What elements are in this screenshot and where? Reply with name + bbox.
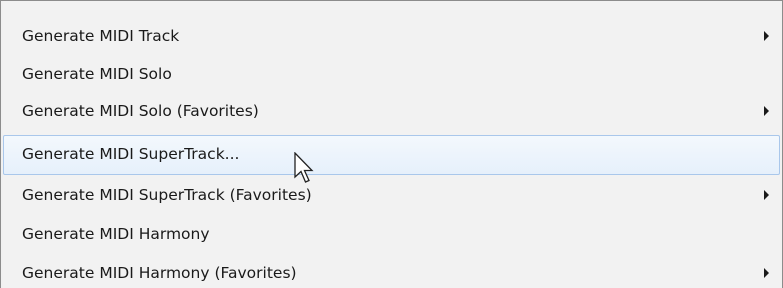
menu-item-generate-midi-supertrack-favorites[interactable]: Generate MIDI SuperTrack (Favorites) xyxy=(3,176,780,214)
context-menu: Generate MIDI Track Generate MIDI Solo G… xyxy=(0,0,783,288)
menu-item-label: Generate MIDI Solo (Favorites) xyxy=(22,102,259,120)
chevron-right-icon xyxy=(764,268,769,278)
menu-item-generate-midi-solo-favorites[interactable]: Generate MIDI Solo (Favorites) xyxy=(3,92,780,130)
menu-item-generate-midi-solo[interactable]: Generate MIDI Solo xyxy=(3,55,780,93)
context-menu-body: Generate MIDI Track Generate MIDI Solo G… xyxy=(3,1,780,288)
chevron-right-icon xyxy=(764,190,769,200)
menu-item-generate-midi-supertrack[interactable]: Generate MIDI SuperTrack... xyxy=(3,135,780,175)
menu-item-label: Generate MIDI Harmony xyxy=(22,225,210,243)
chevron-right-icon xyxy=(764,106,769,116)
menu-item-generate-midi-track[interactable]: Generate MIDI Track xyxy=(3,17,780,55)
menu-item-label: Generate MIDI Harmony (Favorites) xyxy=(22,264,297,282)
menu-item-label: Generate MIDI Solo xyxy=(22,65,172,83)
menu-item-label: Generate MIDI Track xyxy=(22,27,180,45)
menu-item-label: Generate MIDI SuperTrack (Favorites) xyxy=(22,186,312,204)
chevron-right-icon xyxy=(764,31,769,41)
menu-item-generate-midi-harmony-favorites[interactable]: Generate MIDI Harmony (Favorites) xyxy=(3,254,780,288)
menu-item-label: Generate MIDI SuperTrack... xyxy=(22,145,240,163)
arrow-pointer-icon xyxy=(294,152,314,183)
menu-item-generate-midi-harmony[interactable]: Generate MIDI Harmony xyxy=(3,215,780,253)
